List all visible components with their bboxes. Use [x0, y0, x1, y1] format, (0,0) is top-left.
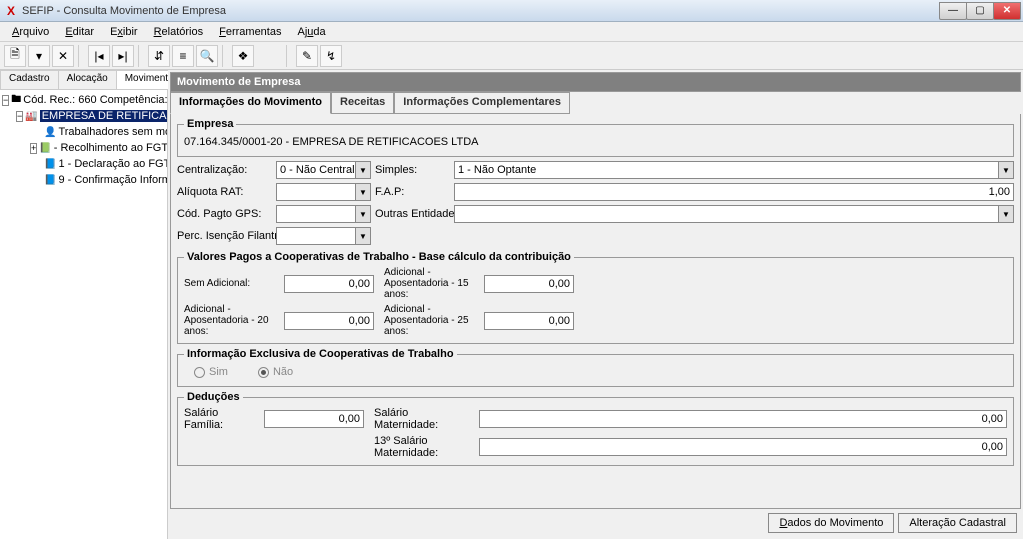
panel-title: Movimento de Empresa [170, 72, 1021, 92]
tree-item[interactable]: 9 - Confirmação Informaçõe [58, 174, 167, 186]
deducoes-legend: Deduções [184, 391, 243, 403]
tool1-icon[interactable]: ⇵ [148, 45, 170, 67]
ad20-label: Adicional - Aposentadoria - 20 anos: [184, 304, 274, 337]
tool2-icon[interactable]: ✎ [296, 45, 318, 67]
fap-input[interactable] [454, 183, 1014, 201]
coop-group: Valores Pagos a Cooperativas de Trabalho… [177, 251, 1014, 344]
radio-icon [258, 367, 269, 378]
dropdown-icon[interactable]: ▾ [28, 45, 50, 67]
menu-editar[interactable]: Editar [57, 24, 102, 40]
delete-icon[interactable]: ✕ [52, 45, 74, 67]
outras-combo[interactable] [454, 205, 1014, 223]
tab-info-movimento[interactable]: Informações do Movimento [170, 92, 331, 114]
outras-label: Outras Entidades: [375, 208, 450, 220]
empresa-legend: Empresa [184, 118, 236, 130]
sem-adicional-label: Sem Adicional: [184, 278, 274, 289]
sal-mat13-label: 13º Salário Maternidade: [374, 435, 469, 459]
radio-sim[interactable]: Sim [194, 366, 228, 378]
chevron-down-icon[interactable]: ▼ [355, 162, 370, 178]
fap-label: F.A.P: [375, 186, 450, 198]
sal-familia-label: Salário Família: [184, 407, 254, 431]
list-icon[interactable]: ≡ [172, 45, 194, 67]
tree-item[interactable]: 1 - Declaração ao FGTS e [58, 158, 167, 170]
tree-collapse-icon[interactable]: − [2, 95, 9, 106]
tab-alocacao[interactable]: Alocação [58, 70, 117, 89]
isencao-label: Perc. Isenção Filantropia: [177, 230, 272, 242]
tab-cadastro[interactable]: Cadastro [0, 70, 59, 89]
simples-combo[interactable] [454, 161, 1014, 179]
ad25-input[interactable] [484, 312, 574, 330]
info-coop-group: Informação Exclusiva de Cooperativas de … [177, 348, 1014, 387]
chevron-down-icon[interactable]: ▼ [998, 206, 1013, 222]
empresa-group: Empresa 07.164.345/0001-20 - EMPRESA DE … [177, 118, 1014, 157]
menu-exibir[interactable]: Exibir [102, 24, 146, 40]
tree-collapse-icon[interactable]: − [16, 111, 23, 122]
info-coop-legend: Informação Exclusiva de Cooperativas de … [184, 348, 457, 360]
ad15-label: Adicional - Aposentadoria - 15 anos: [384, 267, 474, 300]
folder-icon: 🖿 [11, 94, 21, 106]
sal-mat-input[interactable] [479, 410, 1007, 428]
search-icon[interactable]: 🔍 [196, 45, 218, 67]
tool3-icon[interactable]: ↯ [320, 45, 342, 67]
tree-company-label[interactable]: EMPRESA DE RETIFICACOES [40, 110, 167, 122]
app-icon: X [4, 4, 18, 18]
window-title: SEFIP - Consulta Movimento de Empresa [22, 5, 226, 17]
book-icon: 📘 [44, 158, 56, 170]
tab-info-complementares[interactable]: Informações Complementares [394, 92, 570, 114]
tree-expand-icon[interactable]: + [30, 143, 37, 154]
maximize-button[interactable]: ▢ [966, 2, 994, 20]
minimize-button[interactable]: — [939, 2, 967, 20]
menu-bar: Arquivo Editar Exibir Relatórios Ferrame… [0, 22, 1023, 42]
last-icon[interactable]: ▸| [112, 45, 134, 67]
new-icon[interactable]: 🗎 [4, 45, 26, 67]
chevron-down-icon[interactable]: ▼ [998, 162, 1013, 178]
toolbar: 🗎 ▾ ✕ |◂ ▸| ⇵ ≡ 🔍 ❖ ✎ ↯ [0, 42, 1023, 70]
chevron-down-icon[interactable]: ▼ [355, 228, 370, 244]
chevron-down-icon[interactable]: ▼ [355, 184, 370, 200]
left-pane: Cadastro Alocação Movimento − 🖿 Cód. Rec… [0, 70, 168, 539]
aliquota-label: Alíquota RAT: [177, 186, 272, 198]
radio-nao[interactable]: Não [258, 366, 293, 378]
right-pane: Movimento de Empresa Informações do Movi… [168, 70, 1023, 539]
company-icon: 🏭 [25, 110, 37, 122]
sal-familia-input[interactable] [264, 410, 364, 428]
tab-receitas[interactable]: Receitas [331, 92, 394, 114]
menu-arquivo[interactable]: Arquivo [4, 24, 57, 40]
sal-mat-label: Salário Maternidade: [374, 407, 469, 431]
deducoes-group: Deduções Salário Família: Salário Matern… [177, 391, 1014, 466]
centralizacao-label: Centralização: [177, 164, 272, 176]
title-bar: X SEFIP - Consulta Movimento de Empresa … [0, 0, 1023, 22]
ad20-input[interactable] [284, 312, 374, 330]
sal-mat13-input[interactable] [479, 438, 1007, 456]
tree-item[interactable]: Trabalhadores sem modalid [58, 126, 167, 138]
codpagto-label: Cód. Pagto GPS: [177, 208, 272, 220]
first-icon[interactable]: |◂ [88, 45, 110, 67]
chevron-down-icon[interactable]: ▼ [355, 206, 370, 222]
menu-ferramentas[interactable]: Ferramentas [211, 24, 289, 40]
tree-root-label[interactable]: Cód. Rec.: 660 Competência: 03/20 [23, 94, 167, 106]
tree-view[interactable]: − 🖿 Cód. Rec.: 660 Competência: 03/20 − … [0, 90, 167, 539]
coop-legend: Valores Pagos a Cooperativas de Trabalho… [184, 251, 574, 263]
book-icon: 📘 [44, 174, 56, 186]
ad25-label: Adicional - Aposentadoria - 25 anos: [384, 304, 474, 337]
sem-adicional-input[interactable] [284, 275, 374, 293]
alteracao-cadastral-button[interactable]: Alteração Cadastral [898, 513, 1017, 533]
book-icon: 📗 [39, 142, 51, 154]
empresa-line: 07.164.345/0001-20 - EMPRESA DE RETIFICA… [184, 134, 1007, 150]
simples-label: Simples: [375, 164, 450, 176]
ad15-input[interactable] [484, 275, 574, 293]
dados-movimento-button[interactable]: Dados do Movimento [768, 513, 894, 533]
tree-item[interactable]: - Recolhimento ao FGTS [54, 142, 167, 154]
menu-ajuda[interactable]: Ajuda [289, 24, 333, 40]
radio-icon [194, 367, 205, 378]
worker-icon: 👤 [44, 126, 56, 138]
cube-icon[interactable]: ❖ [232, 45, 254, 67]
close-button[interactable]: ✕ [993, 2, 1021, 20]
menu-relatorios[interactable]: Relatórios [146, 24, 212, 40]
